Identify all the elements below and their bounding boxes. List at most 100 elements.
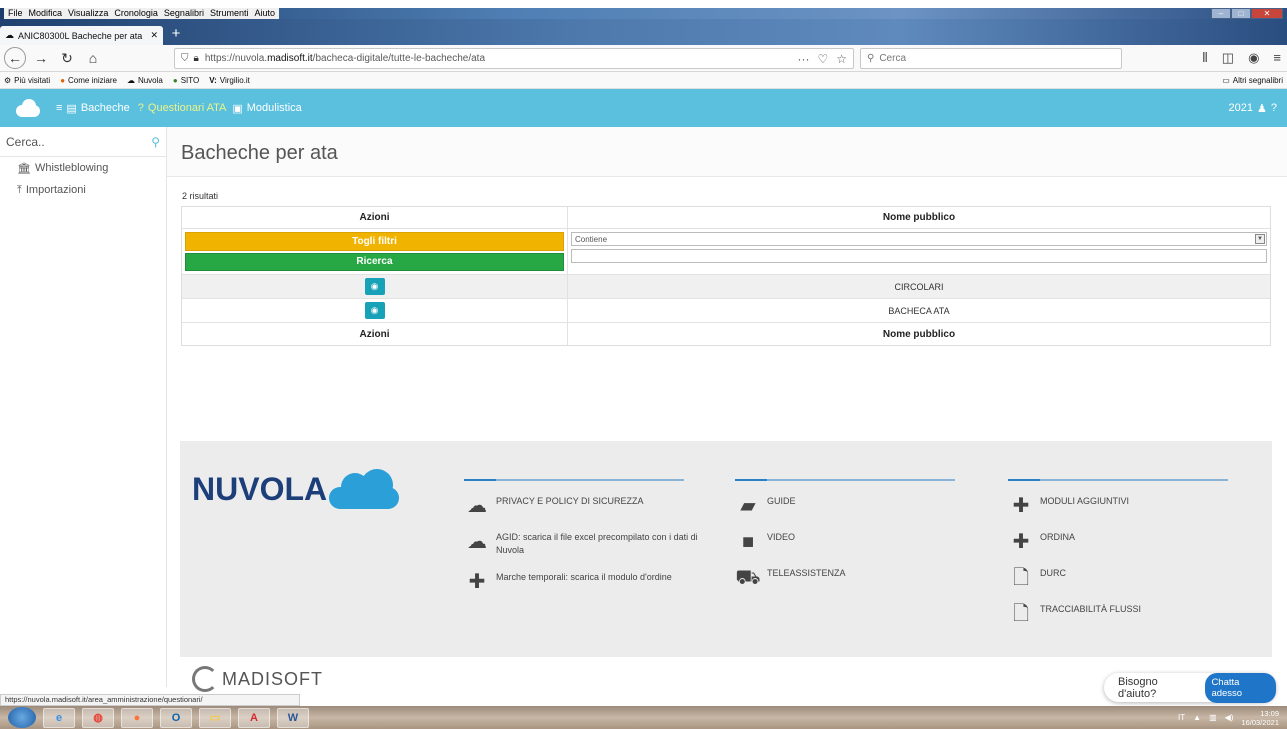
bookmark-getting-started[interactable]: ● Come iniziare [60, 76, 117, 85]
back-button[interactable]: ← [4, 47, 26, 69]
star-icon[interactable]: ☆ [836, 52, 847, 66]
reload-button[interactable]: ↻ [56, 47, 78, 69]
footer-link-marche-temporali[interactable]: ✚ Marche temporali: scarica il modulo d'… [464, 571, 714, 593]
search-placeholder: Cerca [879, 53, 907, 64]
bank-icon: 🏛︎ [17, 162, 31, 175]
nav-modulistica[interactable]: Modulistica [247, 102, 302, 114]
taskbar-firefox-icon[interactable]: ● [121, 707, 153, 728]
footer-divider [464, 479, 684, 481]
maximize-button[interactable]: □ [1231, 8, 1251, 19]
name-filter-input[interactable] [571, 249, 1267, 263]
column-footer-actions: Azioni [182, 323, 568, 345]
taskbar-word-icon[interactable]: W [277, 707, 309, 728]
sidebar-icon[interactable]: ◫ [1222, 50, 1234, 66]
sidebar-item-importazioni[interactable]: ⤒ Importazioni [0, 179, 166, 201]
taskbar-outlook-icon[interactable]: O [160, 707, 192, 728]
sidebar-search-input[interactable]: Cerca.. ⚲ [0, 127, 166, 157]
menu-items: File Modifica Visualizza Cronologia Segn… [4, 8, 279, 19]
chat-widget[interactable]: Bisogno d'aiuto? Chatta adesso [1104, 672, 1276, 703]
minimize-button[interactable]: – [1211, 8, 1231, 19]
footer-link-guide[interactable]: ▰ GUIDE [735, 495, 985, 517]
menu-aiuto[interactable]: Aiuto [254, 8, 275, 19]
footer-link-durc[interactable]: 🗋︎ DURC [1008, 567, 1258, 589]
language-indicator[interactable]: IT [1178, 713, 1185, 722]
more-icon[interactable]: ··· [797, 52, 809, 66]
forward-button[interactable]: → [30, 47, 52, 69]
cloud-download-icon: ☁ [467, 494, 487, 517]
library-icon[interactable]: ⫴ [1202, 50, 1207, 66]
table-row: ◉ BACHECA ATA [182, 299, 1270, 323]
hamburger-icon[interactable]: ≡ [56, 102, 62, 114]
menu-segnalibri[interactable]: Segnalibri [164, 8, 204, 19]
start-button[interactable] [8, 707, 36, 728]
column-footer-name: Nome pubblico [882, 328, 956, 340]
footer-link-teleassistenza[interactable]: ⛟ TELEASSISTENZA [735, 567, 985, 589]
menu-cronologia[interactable]: Cronologia [114, 8, 158, 19]
home-button[interactable]: ⌂ [82, 47, 104, 69]
taskbar-chrome-icon[interactable]: ◍ [82, 707, 114, 728]
system-tray: IT ▲ ▥ ◀) 13:09 16/03/2021 [1178, 709, 1279, 727]
volume-icon[interactable]: ◀) [1225, 713, 1234, 722]
sidebar-item-whistleblowing[interactable]: 🏛︎ Whistleblowing [0, 157, 166, 179]
nuvola-logo-icon[interactable] [14, 99, 42, 117]
tab-title: ANIC80300L Bacheche per ata [18, 30, 143, 41]
nav-questionari[interactable]: Questionari ATA [148, 102, 226, 114]
clock[interactable]: 13:09 16/03/2021 [1241, 709, 1279, 727]
nuvola-logo: NUVOLA [192, 469, 401, 509]
search-button[interactable]: Ricerca [185, 252, 564, 271]
windows-taskbar: e ◍ ● O ▭ A W IT ▲ ▥ ◀) 13:09 16/03/2021 [0, 706, 1287, 729]
pocket-icon[interactable]: ♡ [817, 52, 828, 66]
url-actions: ··· ♡ ☆ [797, 52, 847, 66]
file-icon: 🗋︎ [1012, 602, 1030, 625]
column-header-name[interactable]: Nome pubblico [568, 207, 1270, 228]
network-icon[interactable]: ▥ [1209, 713, 1217, 722]
view-button[interactable]: ◉ [364, 302, 385, 319]
hamburger-menu-icon[interactable]: ≡ [1273, 50, 1281, 66]
clear-filters-button[interactable]: Togli filtri [185, 232, 564, 251]
nav-bacheche[interactable]: Bacheche [81, 102, 130, 114]
status-bar-url: https://nuvola.madisoft.it/area_amminist… [0, 694, 300, 706]
view-button[interactable]: ◉ [364, 278, 385, 295]
footer-link-moduli-aggiuntivi[interactable]: ✚ MODULI AGGIUNTIVI [1008, 495, 1258, 517]
bookmark-nuvola[interactable]: ☁ Nuvola [127, 76, 163, 85]
tab-active[interactable]: ☁ ANIC80300L Bacheche per ata ✕ [0, 26, 163, 45]
bookmark-other[interactable]: ▭ Altri segnalibri [1222, 76, 1283, 85]
user-icon[interactable]: ♟ [1257, 102, 1267, 115]
window-close-button[interactable]: ✕ [1251, 8, 1283, 19]
url-text: https://nuvola.madisoft.it/bacheca-digit… [204, 53, 486, 64]
toolbar-icons: ⫴ ◫ ◉ ≡ [1202, 50, 1281, 66]
menu-file[interactable]: File [8, 8, 23, 19]
search-input[interactable]: ⚲ Cerca [860, 48, 1122, 69]
column-header-actions[interactable]: Azioni [182, 207, 568, 228]
menu-visualizza[interactable]: Visualizza [68, 8, 108, 19]
operator-select[interactable]: Contiene ▼ [571, 232, 1267, 246]
search-icon: ⚲ [151, 134, 160, 149]
bookmark-sito[interactable]: ● SITO [173, 76, 199, 85]
url-bar[interactable]: ⛉ 🔒︎ https://nuvola.madisoft.it/bacheca-… [174, 48, 854, 69]
taskbar-acrobat-icon[interactable]: A [238, 707, 270, 728]
table-footer: Azioni Nome pubblico [182, 323, 1270, 345]
footer-link-agid[interactable]: ☁ AGID: scarica il file excel precompila… [464, 531, 714, 557]
chat-now-button[interactable]: Chatta adesso [1205, 672, 1276, 703]
bookmark-virgilio[interactable]: V: Virgilio.it [209, 76, 250, 85]
footer-link-ordina[interactable]: ✚ ORDINA [1008, 531, 1258, 553]
tray-arrow-icon[interactable]: ▲ [1193, 713, 1201, 722]
footer-link-video[interactable]: ■ VIDEO [735, 531, 985, 553]
taskbar-explorer-icon[interactable]: ▭ [199, 707, 231, 728]
bookmark-most-visited[interactable]: ⚙ Più visitati [4, 76, 50, 85]
footer-link-tracciabilita[interactable]: 🗋︎ TRACCIABILITÀ FLUSSI [1008, 603, 1258, 625]
chat-prompt: Bisogno d'aiuto? [1118, 675, 1158, 700]
menu-modifica[interactable]: Modifica [29, 8, 63, 19]
madisoft-text: MADISOFT [222, 668, 323, 689]
tab-close-icon[interactable]: ✕ [150, 30, 158, 41]
year-selector[interactable]: 2021 [1229, 102, 1253, 115]
footer-link-privacy[interactable]: ☁ PRIVACY E POLICY DI SICUREZZA [464, 495, 714, 517]
taskbar-ie-icon[interactable]: e [43, 707, 75, 728]
boards-table: Azioni Nome pubblico Togli filtri Ricerc… [181, 206, 1271, 346]
help-icon[interactable]: ? [1271, 102, 1277, 115]
filter-row: Togli filtri Ricerca Contiene ▼ [182, 229, 1270, 275]
account-icon[interactable]: ◉ [1248, 50, 1259, 66]
table-header: Azioni Nome pubblico [182, 207, 1270, 229]
menu-strumenti[interactable]: Strumenti [210, 8, 249, 19]
new-tab-button[interactable]: + [167, 26, 185, 44]
